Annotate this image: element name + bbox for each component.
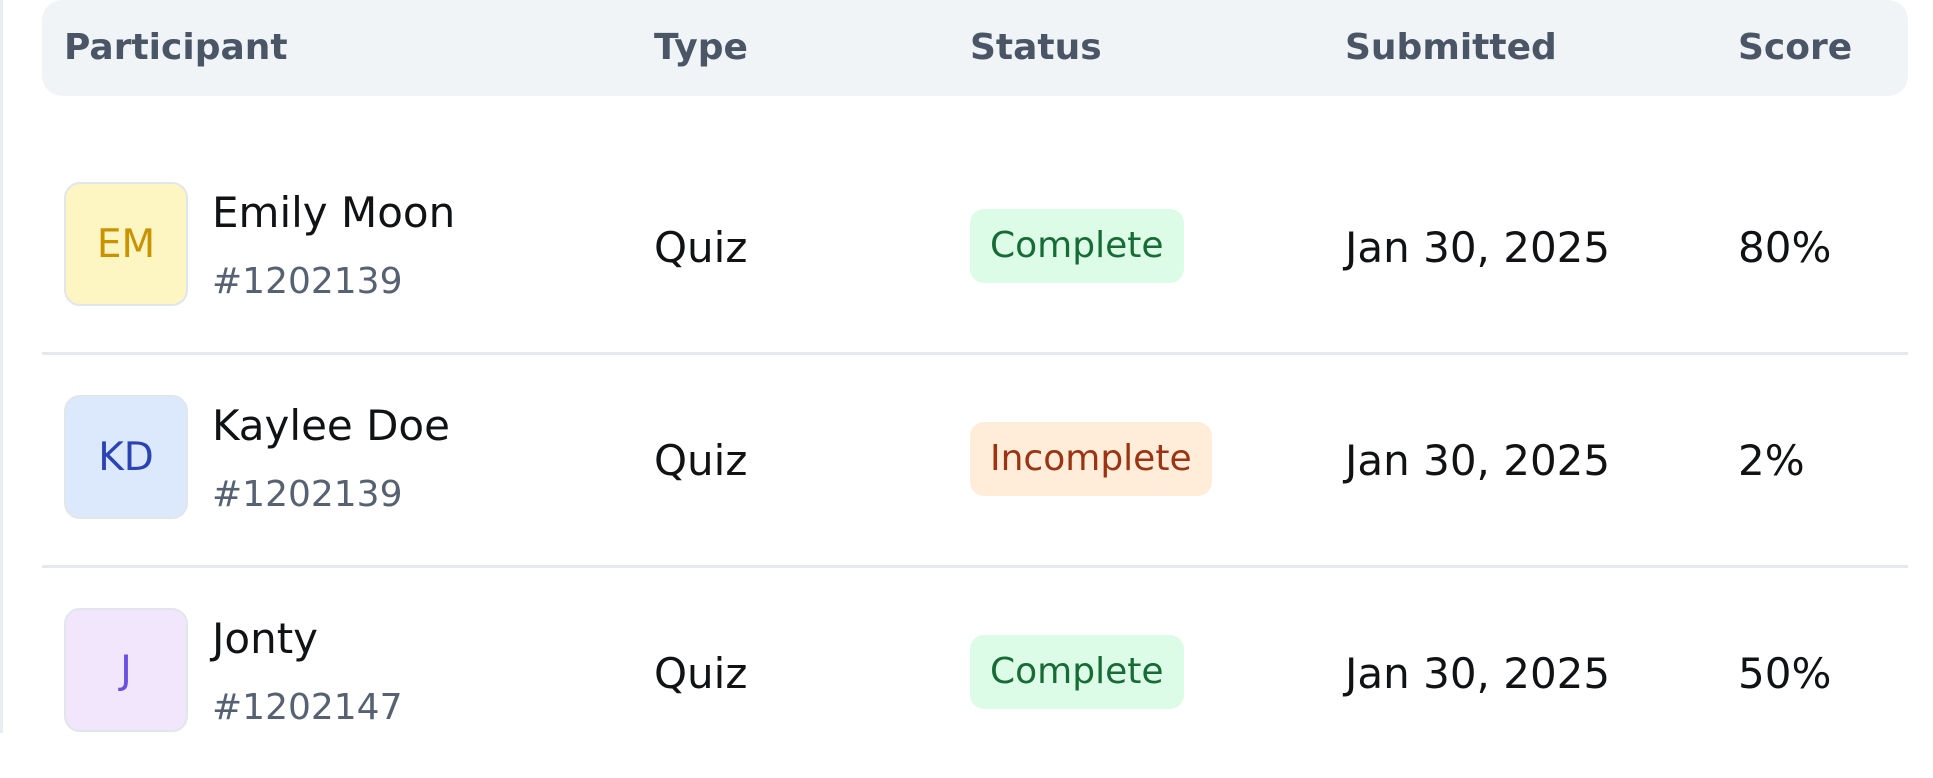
avatar-initials: EM <box>96 221 156 267</box>
status-badge: Complete <box>970 635 1184 709</box>
participant-id: #1202139 <box>212 261 403 302</box>
left-border <box>0 0 3 733</box>
avatar-initials: KD <box>98 434 154 480</box>
participant-id: #1202139 <box>212 474 403 515</box>
participant-name[interactable]: Jonty <box>212 614 318 663</box>
avatar-initials: J <box>120 647 132 693</box>
avatar: EM <box>64 182 188 306</box>
score-cell: 2% <box>1738 436 1805 485</box>
avatar: KD <box>64 395 188 519</box>
participant-id: #1202147 <box>212 687 403 728</box>
status-badge: Complete <box>970 209 1184 283</box>
type-cell: Quiz <box>654 436 748 485</box>
column-header-status[interactable]: Status <box>970 0 1102 96</box>
type-cell: Quiz <box>654 223 748 272</box>
status-badge: Incomplete <box>970 422 1212 496</box>
table-row[interactable]: J Jonty #1202147 Quiz Complete Jan 30, 2… <box>42 565 1908 778</box>
type-cell: Quiz <box>654 649 748 698</box>
participant-name[interactable]: Kaylee Doe <box>212 401 450 450</box>
avatar: J <box>64 608 188 732</box>
score-cell: 80% <box>1738 223 1832 272</box>
submitted-date: Jan 30, 2025 <box>1345 436 1611 485</box>
column-header-score[interactable]: Score <box>1738 0 1852 96</box>
table-header: Participant Type Status Submitted Score <box>42 0 1908 96</box>
column-header-submitted[interactable]: Submitted <box>1345 0 1557 96</box>
column-header-type[interactable]: Type <box>654 0 748 96</box>
table-row[interactable]: EM Emily Moon #1202139 Quiz Complete Jan… <box>42 139 1908 355</box>
column-header-participant[interactable]: Participant <box>64 0 288 96</box>
submitted-date: Jan 30, 2025 <box>1345 223 1611 272</box>
score-cell: 50% <box>1738 649 1832 698</box>
participant-name[interactable]: Emily Moon <box>212 188 455 237</box>
submissions-table: Participant Type Status Submitted Score … <box>42 0 1908 732</box>
table-row[interactable]: KD Kaylee Doe #1202139 Quiz Incomplete J… <box>42 352 1908 568</box>
submitted-date: Jan 30, 2025 <box>1345 649 1611 698</box>
